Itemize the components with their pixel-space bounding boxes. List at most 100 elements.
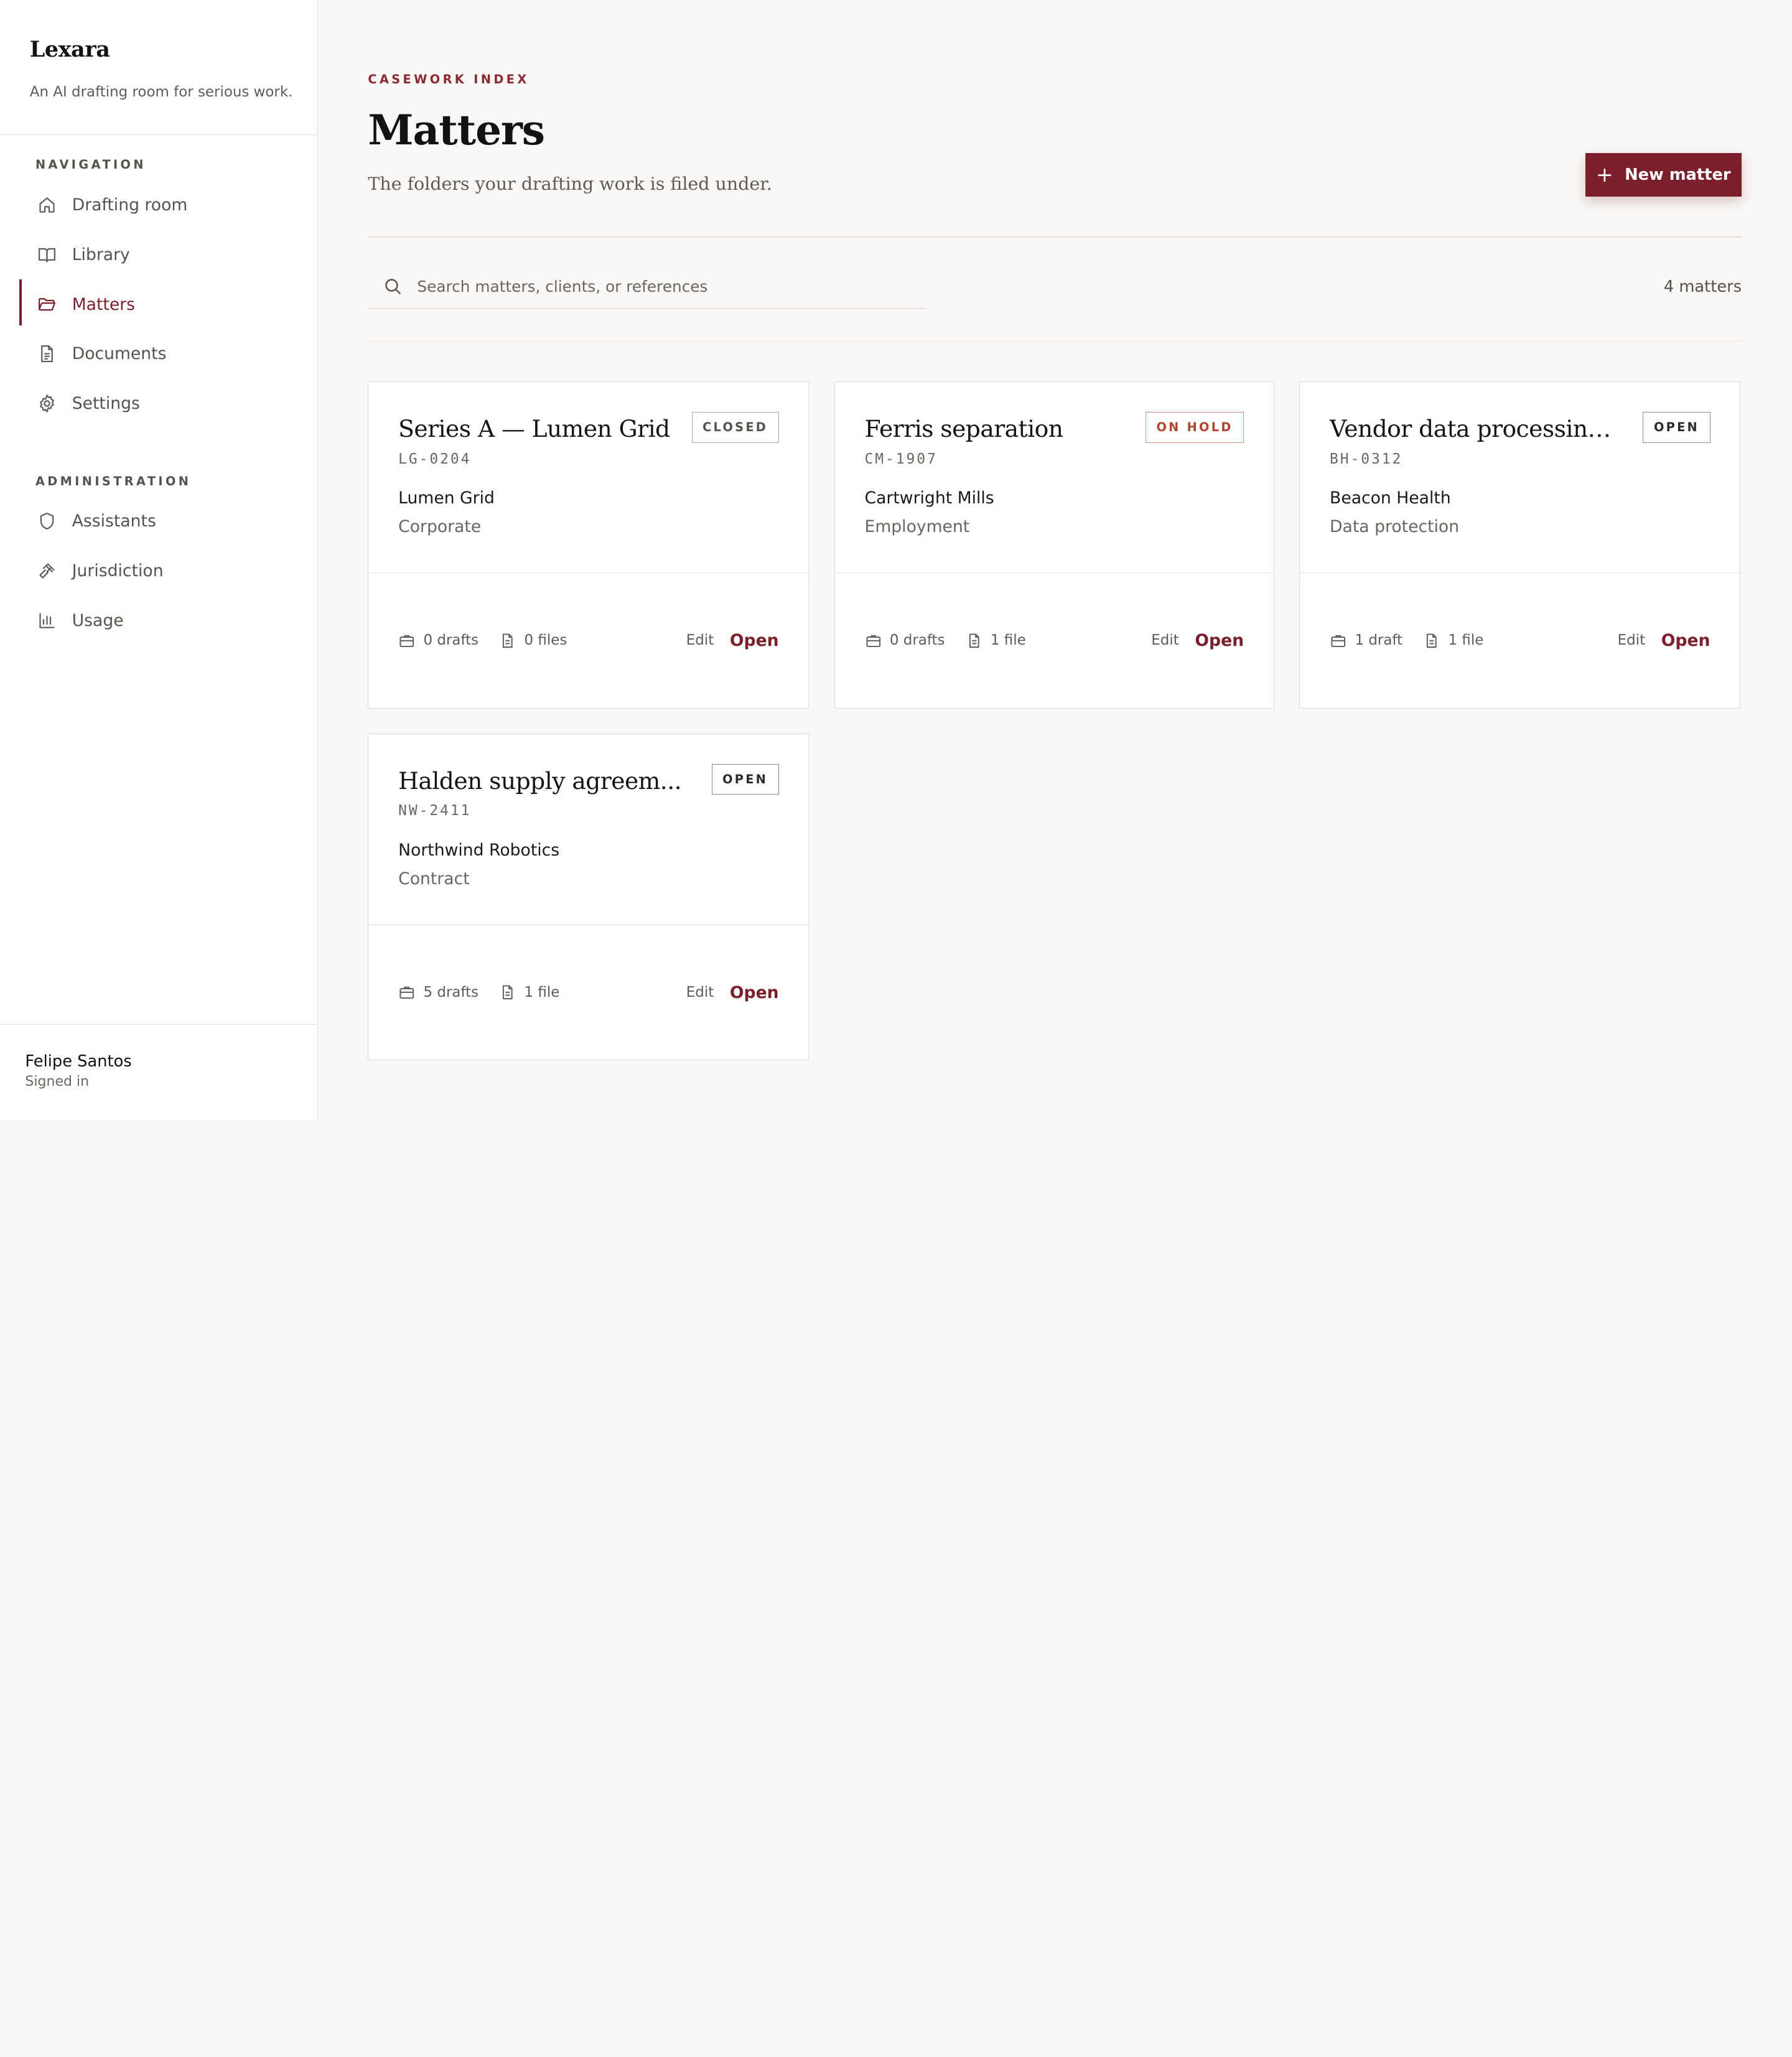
drafts-label: 0 drafts [889,632,945,649]
matter-reference: BH-0312 [1330,450,1403,467]
matter-reference: NW-2411 [398,803,472,819]
sidebar-item-library[interactable]: Library [0,230,317,279]
gear-icon [37,393,57,414]
matter-client: Beacon Health [1330,488,1451,508]
search-input[interactable] [417,278,897,296]
user-panel[interactable]: Felipe Santos Signed in [0,1024,317,1120]
document-icon [503,633,513,648]
sidebar-item-label: Drafting room [72,195,188,215]
nav-heading: NAVIGATION [35,157,146,172]
edit-button[interactable]: Edit [686,632,714,648]
sidebar-item-label: Settings [72,394,140,414]
matter-card[interactable]: Ferris separation ON HOLD CM-1907 Cartwr… [834,381,1274,709]
open-button[interactable]: Open [730,983,779,1002]
new-matter-label: New matter [1625,166,1731,184]
matter-title[interactable]: Halden supply agreem... [398,764,689,798]
status-badge: OPEN [1643,412,1710,443]
matter-client: Lumen Grid [398,488,495,508]
app-shell: Lexara An AI drafting room for serious w… [0,0,1792,1120]
matter-reference: CM-1907 [864,450,938,467]
page-subtitle: The folders your drafting work is filed … [368,174,772,195]
sidebar-item-jurisdiction[interactable]: Jurisdiction [0,546,317,596]
sidebar-item-label: Documents [72,344,167,364]
edit-button[interactable]: Edit [1618,632,1645,648]
status-badge: CLOSED [691,412,779,443]
drafts-count: 5 drafts [398,984,478,1001]
admin-heading: ADMINISTRATION [35,474,192,489]
document-icon [503,985,513,1000]
matter-practice-area: Data protection [1330,517,1460,537]
files-count: 1 file [966,632,1026,650]
matter-practice-area: Corporate [398,517,482,537]
sidebar: Lexara An AI drafting room for serious w… [0,0,318,1120]
sidebar-item-usage[interactable]: Usage [0,596,317,646]
gavel-icon [37,561,57,581]
sidebar-item-label: Jurisdiction [72,561,164,581]
sidebar-item-label: Matters [72,294,136,314]
sidebar-item-assistants[interactable]: Assistants [0,497,317,546]
files-label: 1 file [524,984,560,1001]
plus-icon: + [1596,162,1613,187]
matter-practice-area: Employment [864,517,970,537]
brand-tagline: An AI drafting room for serious work. [29,83,293,100]
folder-icon [37,294,57,314]
files-label: 0 files [524,632,567,649]
status-badge: OPEN [711,763,779,795]
sidebar-item-documents[interactable]: Documents [0,329,317,379]
drafts-label: 1 draft [1355,632,1403,649]
page-eyebrow: CASEWORK INDEX [368,72,530,86]
bar-chart-icon [37,610,57,631]
matter-title[interactable]: Series A — Lumen Grid [398,412,689,446]
page-title: Matters [368,105,545,154]
sidebar-item-matters[interactable]: Matters [0,279,317,329]
open-button[interactable]: Open [1195,631,1244,650]
brand: Lexara An AI drafting room for serious w… [0,0,317,135]
shield-icon [37,511,57,531]
user-status: Signed in [25,1074,90,1090]
matter-practice-area: Contract [398,869,470,889]
search-icon [385,279,401,295]
matters-grid: Series A — Lumen Grid CLOSED LG-0204 Lum… [368,381,1742,1061]
briefcase-icon [399,635,414,647]
open-button[interactable]: Open [1661,631,1710,650]
matter-reference: LG-0204 [398,450,472,467]
matter-card[interactable]: Vendor data processing... OPEN BH-0312 B… [1299,381,1741,709]
matter-card[interactable]: Halden supply agreem... OPEN NW-2411 Nor… [368,734,810,1061]
files-count: 1 file [1423,632,1483,650]
drafts-count: 1 draft [1330,632,1402,650]
brand-name[interactable]: Lexara [30,37,287,62]
home-icon [37,195,57,215]
drafts-label: 5 drafts [423,984,479,1001]
sidebar-item-label: Usage [72,611,124,631]
briefcase-icon [1331,635,1346,647]
matter-count: 4 matters [1663,278,1742,297]
sidebar-item-settings[interactable]: Settings [0,379,317,429]
drafts-count: 0 drafts [398,632,478,650]
user-name: Felipe Santos [25,1052,132,1071]
document-icon [37,343,57,364]
files-label: 1 file [990,632,1026,649]
open-button[interactable]: Open [730,631,779,650]
drafts-count: 0 drafts [865,632,945,650]
sidebar-item-label: Assistants [72,511,156,531]
briefcase-icon [399,986,414,999]
drafts-label: 0 drafts [423,632,479,649]
matter-card[interactable]: Series A — Lumen Grid CLOSED LG-0204 Lum… [368,381,810,709]
document-icon [1427,633,1437,648]
new-matter-button[interactable]: + New matter [1585,153,1742,197]
matter-client: Cartwright Mills [864,488,994,508]
matter-client: Northwind Robotics [398,841,560,861]
search-row: 4 matters [368,238,1742,342]
edit-button[interactable]: Edit [1151,632,1178,648]
files-count: 0 files [499,632,567,650]
matter-title[interactable]: Vendor data processing... [1330,412,1621,446]
status-badge: ON HOLD [1145,412,1244,443]
files-label: 1 file [1448,632,1484,649]
nav-section: NAVIGATION Drafting room Library Matters… [0,157,317,645]
matter-title[interactable]: Ferris separation [865,412,1156,446]
sidebar-item-label: Library [72,245,130,264]
search-field[interactable] [368,265,926,309]
book-icon [37,245,57,265]
sidebar-item-drafting-room[interactable]: Drafting room [0,180,317,230]
edit-button[interactable]: Edit [686,984,714,1001]
